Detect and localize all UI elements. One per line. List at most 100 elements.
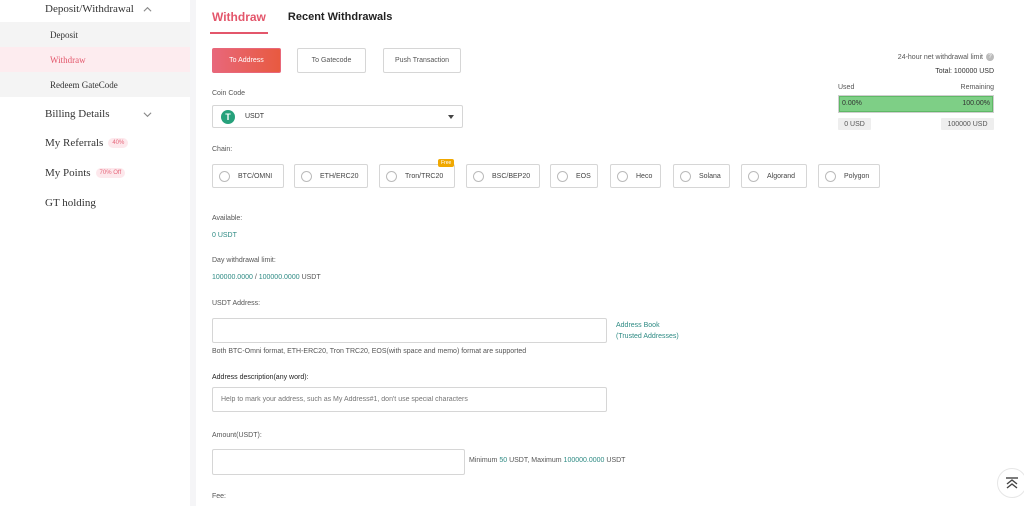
free-badge: Free	[438, 159, 455, 167]
chain-option-label: Solana	[699, 172, 721, 180]
trusted-addresses-label: (Trusted Addresses)	[616, 333, 679, 340]
max-suffix: USDT	[604, 457, 626, 464]
sidebar-item-redeem-gatecode[interactable]: Redeem GateCode	[0, 72, 190, 97]
fee-label: Fee:	[212, 493, 227, 500]
remaining-amount: 100000 USD	[941, 118, 994, 130]
chain-option-eos[interactable]: EOS	[550, 164, 598, 188]
limit-progress-bar: 0.00% 100.00%	[838, 95, 994, 113]
sidebar-item-gt-holding[interactable]: GT holding	[45, 197, 96, 209]
remaining-percent: 100.00%	[962, 100, 990, 107]
address-book-label: Address Book	[616, 322, 660, 329]
chain-option-label: Polygon	[844, 172, 870, 180]
chevron-up-icon	[143, 6, 152, 12]
chain-option-tron-trc20[interactable]: Tron/TRC20 Free	[379, 159, 455, 188]
description-label: Address description(any word):	[212, 374, 309, 381]
radio-icon	[825, 170, 836, 182]
sidebar-group-label: Billing Details	[45, 108, 110, 120]
address-description-input[interactable]	[212, 387, 607, 412]
sidebar-group-deposit-withdrawal[interactable]: Deposit/Withdrawal	[0, 0, 190, 18]
chain-option-solana[interactable]: Solana	[673, 164, 730, 188]
tab-bar: Withdraw Recent Withdrawals	[210, 0, 414, 34]
chain-option-label: Algorand	[767, 172, 796, 180]
used-amount: 0 USD	[838, 118, 871, 130]
sidebar: Deposit/Withdrawal Deposit Withdraw Rede…	[0, 0, 190, 506]
sidebar-item-label: Deposit	[50, 29, 78, 40]
address-input[interactable]	[212, 318, 607, 343]
chain-option-algorand[interactable]: Algorand	[741, 164, 807, 188]
max-amount: 100000.0000	[563, 457, 605, 464]
radio-icon	[219, 170, 230, 182]
used-percent: 0.00%	[842, 100, 862, 107]
address-format-note: Both BTC-Omni format, ETH-ERC20, Tron TR…	[212, 348, 527, 355]
chain-option-polygon[interactable]: Polygon	[818, 164, 880, 188]
min-amount: 50	[499, 457, 508, 464]
sidebar-item-points[interactable]: My Points 70% Off	[45, 167, 126, 179]
to-gatecode-button[interactable]: To Gatecode	[297, 48, 366, 73]
amount-input[interactable]	[212, 449, 465, 475]
remaining-label: Remaining	[960, 84, 994, 91]
sidebar-group-label: Deposit/Withdrawal	[45, 3, 134, 15]
radio-icon	[473, 170, 484, 182]
tab-recent-withdrawals[interactable]: Recent Withdrawals	[288, 0, 392, 34]
points-badge: 70% Off	[95, 168, 126, 178]
day-limit-label: Day withdrawal limit:	[212, 257, 276, 264]
sidebar-item-withdraw[interactable]: Withdraw	[0, 47, 190, 72]
help-icon[interactable]: ?	[986, 53, 994, 61]
sidebar-group-billing[interactable]: Billing Details	[0, 105, 190, 123]
coin-select-value: USDT	[245, 113, 265, 120]
chain-option-label: BTC/OMNI	[238, 172, 273, 180]
radio-icon	[386, 170, 397, 182]
chain-option-label: Tron/TRC20	[405, 172, 444, 180]
double-chevron-up-icon	[1006, 477, 1018, 489]
chain-option-label: Heco	[636, 172, 653, 180]
radio-icon	[748, 170, 759, 182]
referral-badge: 40%	[108, 138, 129, 148]
limit-bar-labels: Used Remaining	[838, 84, 994, 91]
radio-icon	[557, 170, 568, 182]
address-book-link[interactable]: Address Book (Trusted Addresses)	[616, 320, 679, 342]
used-label: Used	[838, 84, 855, 91]
sidebar-item-label: My Referrals	[45, 137, 104, 149]
available-value: 0 USDT	[212, 232, 237, 239]
withdrawal-limit-title: 24-hour net withdrawal limit ?	[898, 53, 994, 61]
dropdown-caret-icon	[448, 115, 454, 119]
scroll-to-top-button[interactable]	[997, 468, 1024, 498]
radio-icon	[617, 170, 628, 182]
chain-option-label: EOS	[576, 172, 591, 180]
day-limit-total: 100000.0000	[258, 274, 300, 281]
sidebar-item-label: GT holding	[45, 197, 96, 209]
amount-label: Amount(USDT):	[212, 432, 262, 439]
sidebar-item-label: Withdraw	[50, 54, 86, 65]
day-limit-used: 100000.0000	[212, 274, 253, 281]
address-label: USDT Address:	[212, 300, 261, 307]
chain-option-label: ETH/ERC20	[320, 172, 359, 180]
chain-option-bsc-bep20[interactable]: BSC/BEP20	[466, 164, 540, 188]
sidebar-item-label: My Points	[45, 167, 91, 179]
amount-range-hint: Minimum 50 USDT, Maximum 100000.0000 USD…	[469, 457, 625, 464]
chain-option-label: BSC/BEP20	[492, 172, 531, 180]
chain-option-eth-erc20[interactable]: ETH/ERC20	[294, 164, 368, 188]
radio-icon	[680, 170, 691, 182]
tab-withdraw[interactable]: Withdraw	[210, 0, 268, 34]
sidebar-item-referrals[interactable]: My Referrals 40%	[45, 137, 129, 149]
withdraw-panel: Withdraw Recent Withdrawals To Address T…	[196, 0, 1024, 506]
min-suffix: USDT, Maximum	[507, 457, 564, 464]
radio-icon	[301, 170, 312, 182]
min-prefix: Minimum	[469, 457, 500, 464]
day-limit-value: 100000.0000 / 100000.0000 USDT	[212, 274, 321, 281]
chain-option-btc-omni[interactable]: BTC/OMNI	[212, 164, 284, 188]
sidebar-item-deposit[interactable]: Deposit	[0, 22, 190, 47]
coin-code-label: Coin Code	[212, 90, 246, 97]
chain-option-heco[interactable]: Heco	[610, 164, 661, 188]
chain-label: Chain:	[212, 146, 233, 153]
withdrawal-limit-label: 24-hour net withdrawal limit	[897, 53, 983, 61]
available-label: Available:	[212, 215, 243, 222]
push-transaction-button[interactable]: Push Transaction	[383, 48, 461, 73]
day-limit-unit: USDT	[299, 274, 321, 281]
chevron-down-icon	[143, 111, 152, 117]
usdt-coin-icon: T	[221, 109, 235, 124]
withdrawal-limit-total: Total: 100000 USD	[935, 68, 994, 75]
sidebar-item-label: Redeem GateCode	[50, 79, 118, 90]
to-address-button[interactable]: To Address	[212, 48, 281, 73]
coin-select[interactable]: T USDT	[212, 105, 463, 128]
